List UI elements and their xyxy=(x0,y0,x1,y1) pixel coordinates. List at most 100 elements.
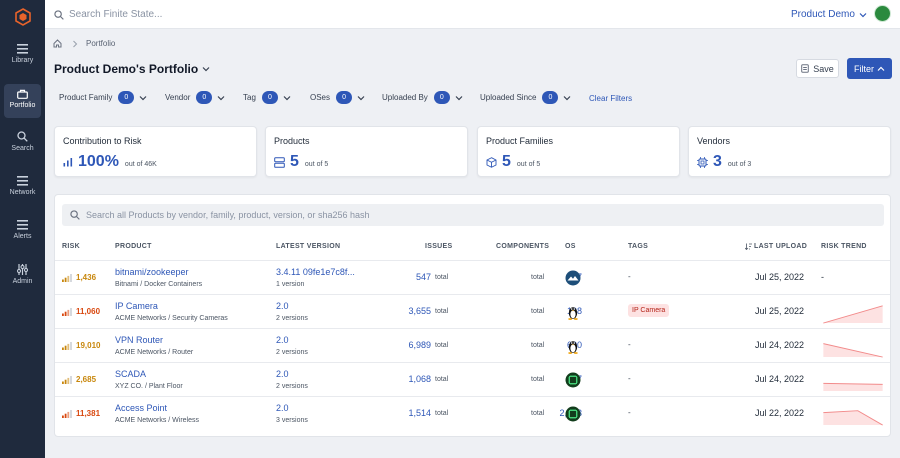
filter-label: Vendor xyxy=(165,93,191,102)
card-sub: out of 5 xyxy=(304,161,329,168)
product-name-link[interactable]: SCADA xyxy=(115,369,146,379)
sidebar-item-label: Portfolio xyxy=(9,102,36,109)
sidebar-item-network[interactable]: Network xyxy=(0,176,45,204)
products-search-input[interactable]: Search all Products by vendor, family, p… xyxy=(62,204,884,226)
latest-version-link[interactable]: 2.0 xyxy=(276,335,289,345)
column-header-os[interactable]: OS xyxy=(565,243,576,250)
breadcrumb: Portfolio xyxy=(53,39,115,48)
sidebar-item-alerts[interactable]: Alerts xyxy=(0,220,45,248)
issues-count-link[interactable]: 1,514 xyxy=(408,408,431,418)
version-count: 1 version xyxy=(276,281,305,288)
page-title[interactable]: Product Demo's Portfolio xyxy=(54,62,210,76)
column-header-product[interactable]: PRODUCT xyxy=(115,243,152,250)
table-row[interactable]: 19,010 VPN Router ACME Networks / Router… xyxy=(55,328,890,362)
issues-total-label: total xyxy=(435,308,449,315)
latest-version-link[interactable]: 2.0 xyxy=(276,301,289,311)
filter-uploaded-since[interactable]: Uploaded Since 0 xyxy=(480,91,571,104)
search-icon xyxy=(17,131,28,142)
filter-oses[interactable]: OSes 0 xyxy=(310,91,365,104)
home-icon[interactable] xyxy=(53,39,62,48)
product-vendor-family: ACME Networks / Security Cameras xyxy=(115,315,228,322)
summary-card-risk: Contribution to Risk 100% out of 46K xyxy=(54,126,257,177)
filter-uploaded-by[interactable]: Uploaded By 0 xyxy=(382,91,463,104)
card-value-row: 5 out of 5 xyxy=(486,153,540,171)
latest-version-link[interactable]: 2.0 xyxy=(276,369,289,379)
chevron-up-icon xyxy=(877,66,885,71)
card-value-row: 5 out of 5 xyxy=(274,153,328,171)
global-search-input[interactable]: Search Finite State... xyxy=(54,9,162,20)
filter-label: Tag xyxy=(243,93,256,102)
search-icon xyxy=(70,210,80,220)
filter-button[interactable]: Filter xyxy=(847,58,892,79)
tag-badge[interactable]: IP Camera xyxy=(628,304,670,317)
sidebar-item-label: Admin xyxy=(12,278,33,285)
card-value: 5 xyxy=(290,153,299,170)
issues-count-link[interactable]: 3,655 xyxy=(408,306,431,316)
filter-count: 0 xyxy=(433,91,450,104)
column-header-issues[interactable]: ISSUES xyxy=(425,243,452,250)
chevron-down-icon xyxy=(859,12,867,17)
user-avatar[interactable] xyxy=(874,5,891,22)
filter-tag[interactable]: Tag 0 xyxy=(243,91,291,104)
sidebar-item-admin[interactable]: Admin xyxy=(0,264,45,292)
issues-count-link[interactable]: 6,989 xyxy=(408,340,431,350)
sort-icon xyxy=(745,243,752,250)
product-vendor-family: XYZ CO. / Plant Floor xyxy=(115,383,183,390)
card-title: Products xyxy=(274,136,310,146)
card-title: Vendors xyxy=(697,136,731,146)
card-title: Contribution to Risk xyxy=(63,136,142,146)
issues-count-link[interactable]: 547 xyxy=(416,272,431,282)
chevron-down-icon xyxy=(564,95,571,100)
table-row[interactable]: 1,436 bitnami/zookeeper Bitnami / Docker… xyxy=(55,260,890,294)
column-header-risk[interactable]: RISK xyxy=(62,243,80,250)
card-value: 100% xyxy=(78,153,119,170)
cube-icon xyxy=(486,156,497,168)
sidebar-item-portfolio[interactable]: Portfolio xyxy=(4,84,41,118)
table-row[interactable]: 11,060 IP Camera ACME Networks / Securit… xyxy=(55,294,890,328)
latest-version-link[interactable]: 2.0 xyxy=(276,403,289,413)
filter-count: 0 xyxy=(542,91,559,104)
column-header-tags[interactable]: TAGS xyxy=(628,243,648,250)
finite-state-logo[interactable] xyxy=(0,0,45,34)
issues-count-link[interactable]: 1,068 xyxy=(408,374,431,384)
latest-version-link[interactable]: 3.4.11 09fe1e7c8f... xyxy=(276,267,355,277)
chevron-down-icon xyxy=(357,95,365,100)
risk-bars-icon xyxy=(62,273,72,282)
org-selector[interactable]: Product Demo xyxy=(791,9,867,20)
column-header-last-upload[interactable]: LAST UPLOAD xyxy=(745,243,807,250)
column-header-latest-version[interactable]: LATEST VERSION xyxy=(276,243,340,250)
product-name-link[interactable]: bitnami/zookeeper xyxy=(115,267,189,277)
sidebar-item-label: Search xyxy=(11,145,34,152)
column-header-risk-trend[interactable]: RISK TREND xyxy=(821,243,867,250)
linux-icon xyxy=(568,341,578,354)
clear-filters-link[interactable]: Clear Filters xyxy=(589,94,632,103)
filter-vendor[interactable]: Vendor 0 xyxy=(165,91,225,104)
tag-empty: - xyxy=(628,408,631,417)
table-row[interactable]: 11,381 Access Point ACME Networks / Wire… xyxy=(55,396,890,430)
product-name-link[interactable]: Access Point xyxy=(115,403,167,413)
risk-score: 11,060 xyxy=(62,307,100,316)
product-vendor-family: ACME Networks / Router xyxy=(115,349,194,356)
card-sub: out of 3 xyxy=(727,161,752,168)
product-name-link[interactable]: VPN Router xyxy=(115,335,163,345)
filter-label: Filter xyxy=(854,63,874,74)
column-header-components[interactable]: COMPONENTS xyxy=(496,243,549,250)
components-total-label: total xyxy=(531,376,545,383)
sidebar-item-library[interactable]: Library xyxy=(0,44,45,72)
filter-label: OSes xyxy=(310,93,331,102)
risk-bars-icon xyxy=(62,341,72,350)
version-count: 2 versions xyxy=(276,349,308,356)
table-row[interactable]: 2,685 SCADA XYZ CO. / Plant Floor 2.0 2 … xyxy=(55,362,890,396)
save-button[interactable]: Save xyxy=(796,59,839,78)
column-header-label: LAST UPLOAD xyxy=(754,243,808,250)
risk-trend-sparkline xyxy=(823,382,883,392)
page-title-text: Product Demo's Portfolio xyxy=(54,62,199,76)
sidebar-item-search[interactable]: Search xyxy=(0,131,45,159)
chip-icon xyxy=(565,372,581,388)
filter-product-family[interactable]: Product Family 0 xyxy=(59,91,147,104)
linux-icon xyxy=(568,307,578,320)
product-name-link[interactable]: IP Camera xyxy=(115,301,158,311)
risk-trend-empty: - xyxy=(821,272,824,282)
os-badge xyxy=(565,270,581,289)
risk-trend-sparkline xyxy=(823,410,883,426)
